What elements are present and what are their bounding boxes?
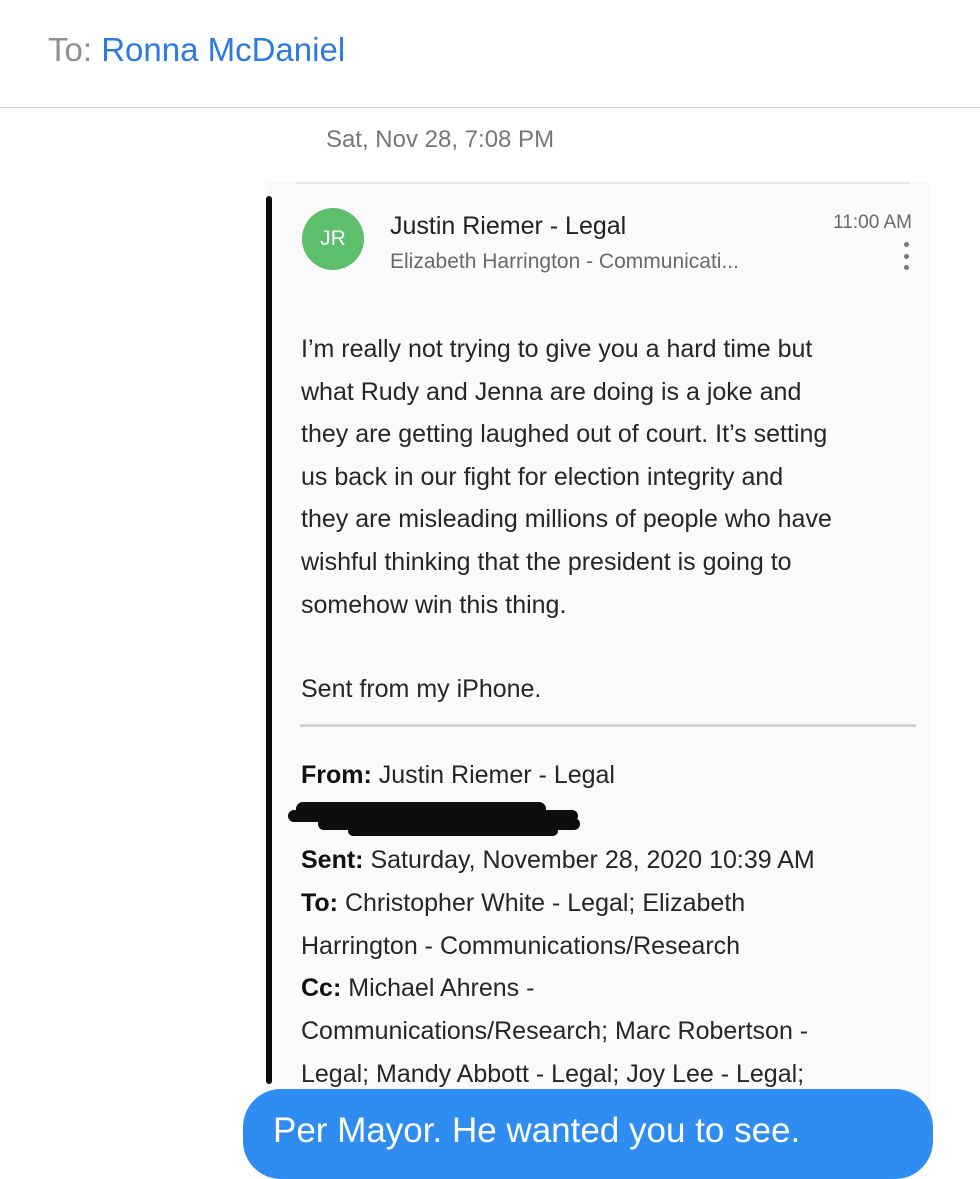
to-value: Christopher White - Legal; Elizabeth [344, 889, 746, 917]
message-text: Per Mayor. He wanted you to see. [273, 1111, 801, 1150]
body-line: somehow win this thing. [301, 590, 567, 619]
forward-cc-continued: Communications/Research; Marc Robertson … [301, 1017, 809, 1045]
to-label: To: [301, 889, 339, 917]
cc-label: Cc: [301, 974, 342, 1002]
forward-sent: Sent: Saturday, November 28, 2020 10:39 … [301, 839, 815, 881]
email-signature: Sent from my iPhone. [301, 675, 542, 703]
body-line: they are misleading millions of people w… [301, 505, 832, 534]
screenshot-top-border [296, 182, 910, 184]
screenshot-left-edge [266, 196, 272, 1084]
forward-cc: Cc: Michael Ahrens - [301, 967, 534, 1009]
email-body: I’m really not trying to give you a hard… [301, 328, 921, 626]
email-recipient-line: Elizabeth Harrington - Communicati... [390, 250, 739, 273]
conversation-timestamp: Sat, Nov 28, 7:08 PM [0, 126, 980, 154]
more-options-icon [902, 242, 910, 270]
from-label: From: [301, 761, 372, 789]
conversation-header: To: Ronna McDaniel [0, 0, 980, 108]
sent-label: Sent: [301, 846, 364, 874]
sender-avatar: JR [302, 208, 364, 270]
body-line: wishful thinking that the president is g… [301, 547, 792, 576]
from-value: Justin Riemer - Legal [378, 761, 615, 789]
forward-to-continued: Harrington - Communications/Research [301, 932, 741, 960]
email-screenshot-image[interactable]: JR Justin Riemer - Legal Elizabeth Harri… [266, 182, 930, 1159]
body-line: what Rudy and Jenna are doing is a joke … [301, 377, 802, 406]
body-line: us back in our fight for election integr… [301, 462, 784, 491]
to-row: To: Ronna McDaniel [48, 30, 345, 70]
forward-to: To: Christopher White - Legal; Elizabeth [301, 882, 745, 924]
outgoing-message-bubble[interactable]: Per Mayor. He wanted you to see. [243, 1089, 933, 1179]
body-line: I’m really not trying to give you a hard… [301, 335, 813, 363]
avatar-initials: JR [320, 227, 346, 250]
recipient-name[interactable]: Ronna McDaniel [101, 31, 345, 68]
email-sender: Justin Riemer - Legal [390, 212, 627, 240]
timestamp-text: Sat, Nov 28, 7:08 PM [325, 126, 555, 153]
cc-value: Michael Ahrens - [348, 974, 535, 1002]
to-label: To: [48, 31, 93, 68]
forward-from: From: Justin Riemer - Legal [301, 754, 615, 796]
forward-divider [300, 724, 916, 727]
email-time: 11:00 AM [833, 212, 912, 233]
sent-value: Saturday, November 28, 2020 10:39 AM [370, 846, 815, 874]
redaction-marks [288, 800, 584, 838]
body-line: they are getting laughed out of court. I… [301, 420, 828, 449]
